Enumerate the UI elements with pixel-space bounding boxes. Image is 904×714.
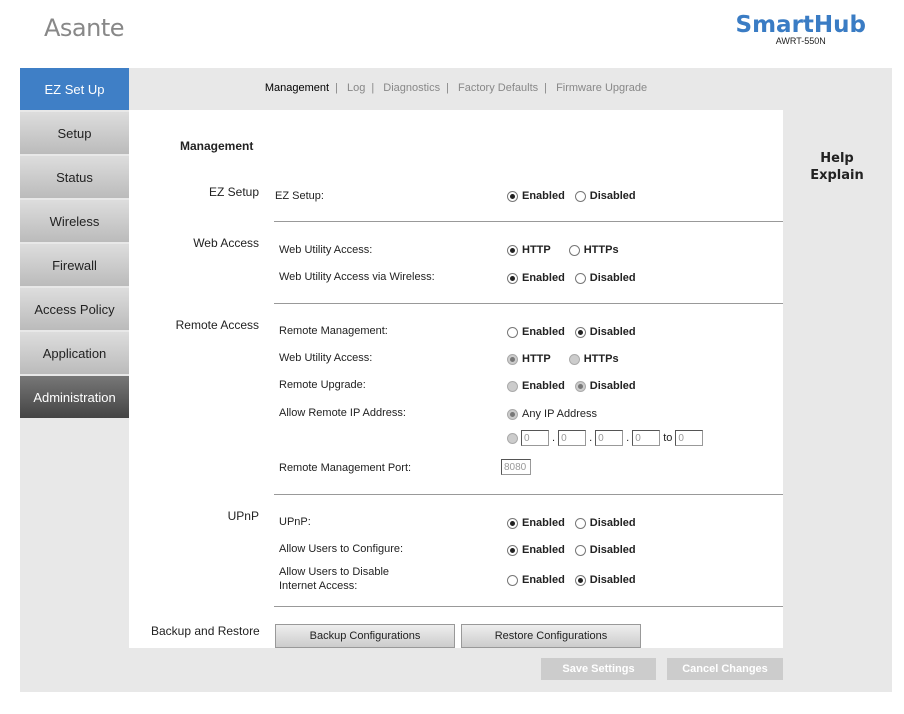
tab-management[interactable]: Management [265,82,329,94]
section-upnp: UPnP [227,509,259,523]
any-ip-radio[interactable] [507,408,518,420]
divider [274,303,783,304]
option-label: Any IP Address [522,408,598,420]
web-http-radio[interactable] [507,244,518,256]
label-line: Allow Users to Disable [279,566,390,578]
ip-octet-2[interactable] [558,430,587,446]
restore-button[interactable]: Restore Configurations [461,624,641,648]
ip-octet-4[interactable] [632,430,661,446]
option-label: HTTP [522,244,551,256]
option-label: Enabled [522,190,565,202]
remote-web-label: Web Utility Access: [279,352,373,364]
section-backup: Backup and Restore [151,624,260,638]
allow-config-label: Allow Users to Configure: [279,543,404,555]
main-panel: Management EZ Setup EZ Setup: Enabled Dis… [129,110,783,648]
to-label: to [663,432,673,444]
divider [274,606,783,607]
sidebar-item-administration[interactable]: Administration [20,376,129,418]
sub-tabs: Management | Log | Diagnostics | Factory De… [264,82,648,94]
sidebar-item-access-policy[interactable]: Access Policy [20,288,129,330]
option-label: Disabled [589,380,636,392]
disable-enabled-radio[interactable] [507,574,518,586]
remote-http-radio[interactable] [507,353,518,365]
divider [274,494,783,495]
config-disabled-radio[interactable] [574,544,586,556]
sidebar-item-wireless[interactable]: Wireless [20,200,129,242]
sidebar-item-ez-setup[interactable]: EZ Set Up [20,68,129,110]
ez-enabled-radio[interactable] [507,190,518,202]
tab-log[interactable]: Log [347,82,365,94]
ip-end-octet[interactable] [675,430,704,446]
ip-range-radio[interactable] [507,432,518,444]
option-label: HTTP [522,353,551,365]
remote-upgrade-label: Remote Upgrade: [279,379,366,391]
help-title: Help [820,151,854,166]
ez-disabled-radio[interactable] [574,190,586,202]
label-line: Internet Access: [279,580,358,592]
brand-name: SmartHub [735,12,866,38]
ip-octet-1[interactable] [521,430,549,446]
allow-disable-label: Allow Users to Disable Internet Access: [279,565,389,593]
sidebar-item-status[interactable]: Status [20,156,129,198]
option-label: Enabled [522,272,565,284]
help-explain[interactable]: Explain [800,167,874,184]
port-input[interactable] [501,459,531,475]
wireless-disabled-radio[interactable] [574,272,586,284]
option-label: Enabled [522,380,565,392]
upnp-enabled-radio[interactable] [507,517,518,529]
remote-enabled-radio[interactable] [507,326,518,338]
sidebar: EZ Set Up Setup Status Wireless Firewall… [20,68,129,420]
tab-diagnostics[interactable]: Diagnostics [383,82,440,94]
option-label: Enabled [522,574,565,586]
asante-logo: Asante [44,14,125,42]
option-label: HTTPs [583,353,619,365]
upgrade-enabled-radio[interactable] [507,380,518,392]
option-label: Disabled [589,190,636,202]
config-enabled-radio[interactable] [507,544,518,556]
allow-ip-label: Allow Remote IP Address: [279,407,406,419]
web-wireless-label: Web Utility Access via Wireless: [279,271,435,283]
option-label: Disabled [589,326,636,338]
option-label: Disabled [589,544,636,556]
section-web-access: Web Access [193,236,259,250]
remote-https-radio[interactable] [568,353,580,365]
disable-disabled-radio[interactable] [574,574,586,586]
divider [274,221,783,222]
tab-firmware-upgrade[interactable]: Firmware Upgrade [556,82,647,94]
page-title: Management [180,139,254,153]
upnp-disabled-radio[interactable] [574,517,586,529]
backup-button[interactable]: Backup Configurations [275,624,455,648]
web-access-label: Web Utility Access: [279,244,373,256]
option-label: Disabled [589,272,636,284]
save-settings-button[interactable]: Save Settings [541,658,656,680]
option-label: Enabled [522,326,565,338]
tab-factory-defaults[interactable]: Factory Defaults [458,82,538,94]
wireless-enabled-radio[interactable] [507,272,518,284]
ip-octet-3[interactable] [595,430,624,446]
smarthub-brand: SmartHub AWRT-550N [736,12,866,46]
sidebar-item-application[interactable]: Application [20,332,129,374]
option-label: Disabled [589,574,636,586]
section-remote-access: Remote Access [175,318,259,332]
web-https-radio[interactable] [568,244,580,256]
option-label: Enabled [522,544,565,556]
port-label: Remote Management Port: [279,462,412,474]
remote-mgmt-label: Remote Management: [279,325,388,337]
upgrade-disabled-radio[interactable] [574,380,586,392]
option-label: HTTPs [583,244,619,256]
cancel-changes-button[interactable]: Cancel Changes [667,658,783,680]
option-label: Disabled [589,517,636,529]
sidebar-item-firewall[interactable]: Firewall [20,244,129,286]
sidebar-item-setup[interactable]: Setup [20,112,129,154]
remote-disabled-radio[interactable] [574,326,586,338]
ez-setup-label: EZ Setup: [275,190,324,202]
section-ez-setup: EZ Setup [208,185,259,199]
option-label: Enabled [522,517,565,529]
upnp-label: UPnP: [279,516,311,528]
help-panel: Help Explain [800,150,874,184]
